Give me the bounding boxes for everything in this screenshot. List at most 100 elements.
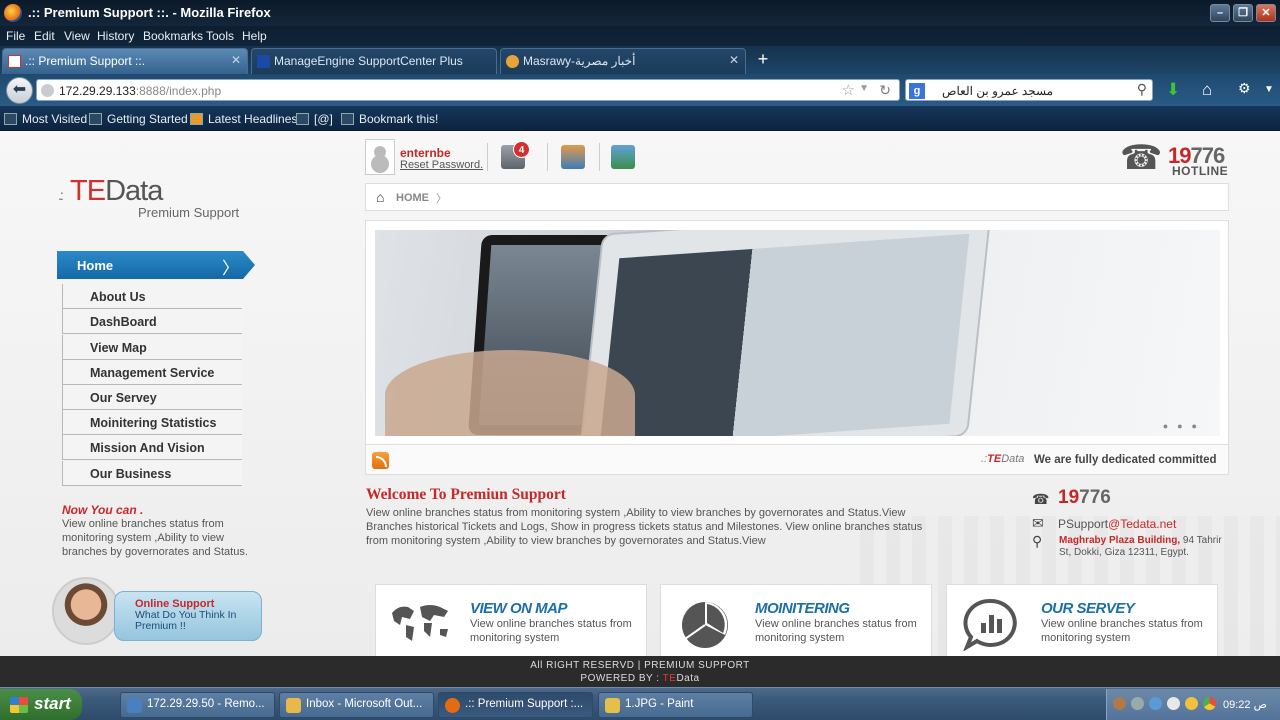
windows-taskbar: start 172.29.29.50 - Remo... Inbox - Mic… [0,687,1280,720]
back-button[interactable]: ⬅ [6,77,33,104]
sidebar-item-mission-vision[interactable]: Mission And Vision [62,435,242,460]
site-identity-icon[interactable] [41,84,54,97]
email-icon: ✉ [1032,515,1044,531]
window-titlebar: .:: Premium Support ::. - Mozilla Firefo… [0,0,1280,26]
tray-expand-icon[interactable] [1113,697,1126,710]
support-agent-avatar [52,577,120,645]
breadcrumb-home[interactable]: HOME [396,192,429,204]
rss-icon[interactable] [372,452,389,469]
menu-history[interactable]: History [97,29,134,43]
online-support-widget[interactable]: Online Support What Do You Think In Prem… [52,577,262,647]
menu-help[interactable]: Help [242,29,267,43]
sidebar-item-about-us[interactable]: About Us [62,284,242,309]
sidebar-item-monitoring-statistics[interactable]: Moinitering Statistics [62,410,242,435]
slider-image [375,230,1220,436]
user-panel: enternbe Reset Password. 4 [365,139,645,179]
url-dropdown-icon[interactable]: ▼ [859,83,869,94]
search-icon[interactable]: ⚲ [1137,81,1147,98]
home-icon[interactable]: ⌂ [1202,80,1212,100]
hand-illustration [385,350,635,436]
reload-icon[interactable]: ↻ [879,82,891,99]
bookmark-at[interactable]: [@] [296,112,333,126]
tab-close-icon[interactable]: ✕ [231,53,241,67]
sidebar-item-dashboard[interactable]: DashBoard [62,309,242,334]
paint-icon [605,698,620,713]
sidebar-item-our-servey[interactable]: Our Servey [62,385,242,410]
logout-icon[interactable] [561,145,585,169]
sidebar-item-our-business[interactable]: Our Business [62,461,242,486]
chevron-right-icon: 〉 [222,259,239,278]
card-view-on-map[interactable]: VIEW ON MAP View online branches status … [375,584,647,656]
now-you-can-box: Now You can . View online branches statu… [62,503,262,559]
taskbar-firefox[interactable]: .:: Premium Support :... [438,692,593,718]
card-title: MOINITERING [755,600,850,617]
address-bar[interactable]: 172.29.29.133:8888/index.php ☆ ▼ ↻ [36,79,900,101]
tab-manageengine[interactable]: ManageEngine SupportCenter Plus [251,48,497,74]
bookmark-getting-started[interactable]: Getting Started [89,112,188,126]
bookmark-most-visited[interactable]: Most Visited [4,112,87,126]
tray-chrome-icon[interactable] [1203,697,1216,710]
site-favicon-icon [8,55,21,68]
home-icon[interactable]: ⌂ [376,189,384,205]
tab-label: .:: Premium Support ::. [25,54,146,68]
new-tab-button[interactable]: + [750,48,776,70]
pie-chart-icon [682,602,728,648]
tray-help-icon[interactable] [1131,697,1144,710]
taskbar-outlook[interactable]: Inbox - Microsoft Out... [279,692,434,718]
breadcrumb: ⌂ HOME 〉 [365,183,1229,211]
footer-powered-by: POWERED BY : TEData [580,673,700,684]
download-icon[interactable]: ⬇ [1166,80,1180,100]
addon-icon[interactable]: ⚙ [1238,80,1251,97]
refresh-tickets-icon[interactable] [611,145,635,169]
news-ticker-bar: .:TEData We are fully dedicated committe… [366,444,1228,474]
bookmark-this[interactable]: Bookmark this! [341,112,438,126]
online-support-bubble[interactable]: Online Support What Do You Think In Prem… [114,591,262,641]
start-button[interactable]: start [0,689,82,720]
menu-file[interactable]: File [6,29,25,43]
footer-copyright: All RIGHT RESERVD | PREMIUM SUPPORT [530,660,750,671]
taskbar-paint[interactable]: 1.JPG - Paint [598,692,753,718]
overflow-menu-icon[interactable]: ▼ [1264,84,1274,95]
masrawy-favicon-icon [506,55,519,68]
url-text: 172.29.29.133:8888/index.php [59,84,222,98]
tab-premium-support[interactable]: .:: Premium Support ::. ✕ [2,48,248,74]
menu-edit[interactable]: Edit [34,29,55,43]
bookmark-star-icon[interactable]: ☆ [842,81,855,99]
te-data-logo[interactable]: .: TEData Premium Support [58,173,258,223]
bookmarks-toolbar: Most Visited Getting Started Latest Head… [0,106,1280,131]
search-bar[interactable]: g مسجد عمرو بن العاص ⚲ [905,79,1153,101]
tray-alert-icon[interactable] [1167,697,1180,710]
menu-tools[interactable]: Tools [206,29,234,43]
menu-bookmarks[interactable]: Bookmarks [143,29,203,43]
tray-network-icon[interactable] [1149,697,1162,710]
sidebar-item-management-service[interactable]: Management Service [62,360,242,385]
outlook-icon [286,698,301,713]
contact-email[interactable]: PSupport@Tedata.net [1058,517,1176,531]
menu-view[interactable]: View [64,29,90,43]
tab-close-icon[interactable]: ✕ [729,53,739,67]
tab-bar: .:: Premium Support ::. ✕ ManageEngine S… [0,46,1280,74]
sidebar-item-home[interactable]: Home 〉 [57,251,255,279]
sidebar-item-view-map[interactable]: View Map [62,335,242,360]
world-map-icon [392,605,448,641]
card-monitoring[interactable]: MOINITERING View online branches status … [660,584,932,656]
image-slider: ●●● .:TEData We are fully dedicated comm… [365,220,1229,475]
taskbar-remote-desktop[interactable]: 172.29.29.50 - Remo... [120,692,275,718]
phone-icon: ☎ [1032,491,1050,507]
search-input[interactable]: مسجد عمرو بن العاص [942,84,1053,98]
slider-pagination-dots[interactable]: ●●● [1163,421,1206,431]
bookmark-latest-headlines[interactable]: Latest Headlines [190,112,297,126]
card-title: VIEW ON MAP [470,600,568,617]
tray-security-icon[interactable] [1185,697,1198,710]
reset-password-link[interactable]: Reset Password. [400,159,483,171]
minimize-button[interactable]: – [1210,4,1230,22]
google-engine-icon[interactable]: g [909,83,925,99]
card-our-servey[interactable]: OUR SERVEY View online branches status f… [946,584,1218,656]
maximize-button[interactable]: ❐ [1233,4,1253,22]
tab-masrawy[interactable]: Masrawy-أخبار مصرية ✕ [500,48,746,74]
manageengine-favicon-icon [257,55,270,68]
close-window-button[interactable]: ✕ [1256,4,1276,22]
card-description: View online branches status from monitor… [1041,618,1203,644]
now-you-can-text: View online branches status from monitor… [62,518,248,558]
page-footer: All RIGHT RESERVD | PREMIUM SUPPORT POWE… [0,656,1280,687]
